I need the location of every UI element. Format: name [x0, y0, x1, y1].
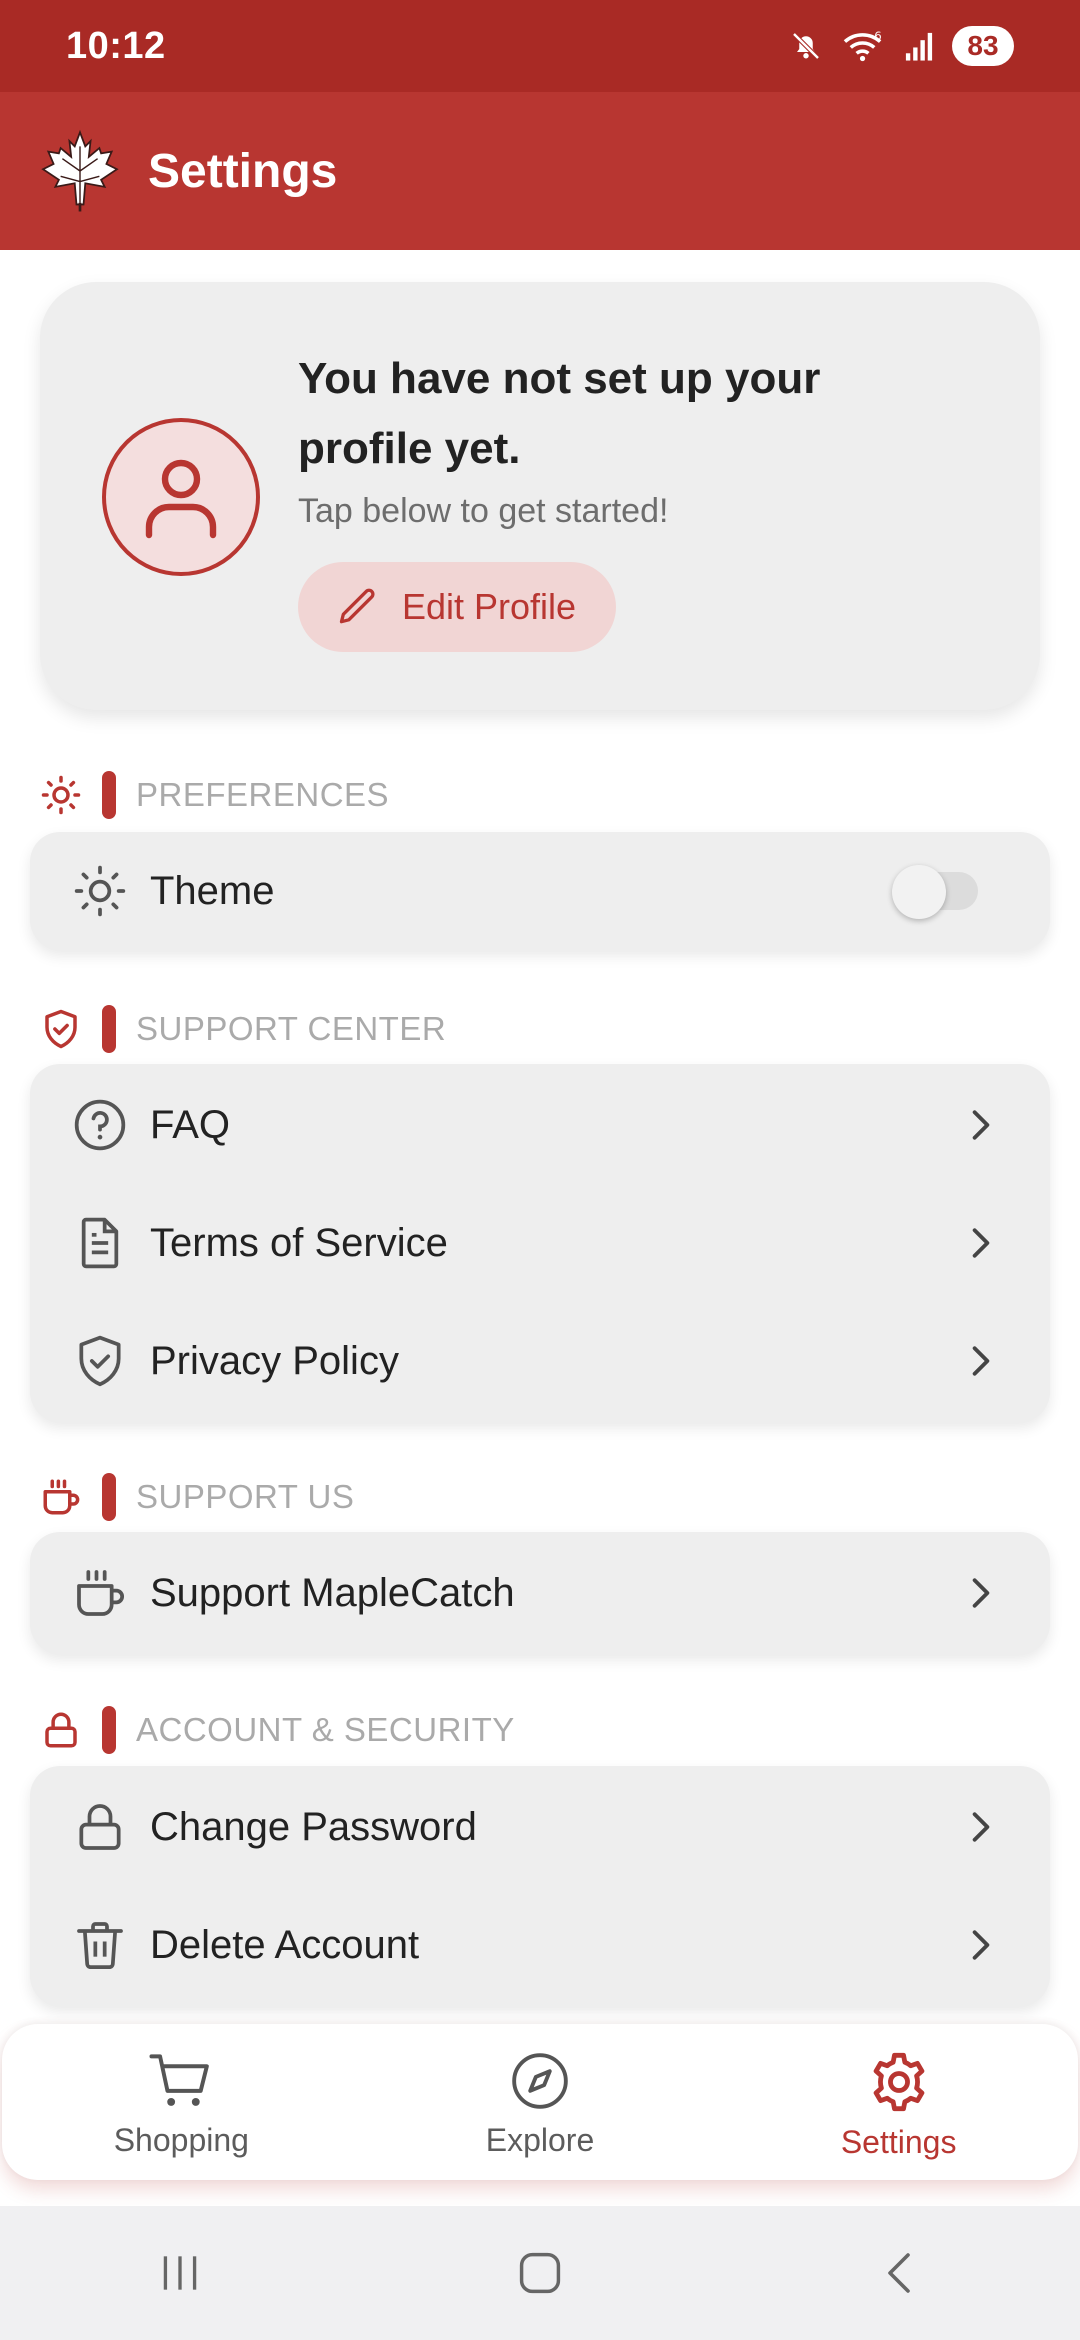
compass-icon	[512, 2053, 568, 2109]
profile-setup-hint: Tap below to get started!	[298, 492, 669, 530]
section-header-preferences: PREFERENCES	[40, 770, 389, 820]
pencil-icon	[339, 588, 375, 624]
edit-profile-label: Edit Profile	[402, 586, 577, 627]
trash-icon	[77, 1922, 123, 1970]
signal-icon	[905, 32, 933, 61]
shield-check-icon	[79, 1335, 121, 1387]
profile-setup-message: You have not set up your profile yet.	[298, 354, 821, 473]
system-navigation-bar	[0, 2206, 1080, 2340]
chevron-right-icon	[972, 1228, 990, 1258]
section-accent-bar	[102, 1473, 116, 1521]
chevron-right-icon	[972, 1578, 990, 1608]
section-accent-bar	[102, 1706, 116, 1754]
chevron-right-icon	[972, 1346, 990, 1376]
mute-icon	[792, 32, 820, 60]
bottom-navigation: Shopping Explore Settings	[2, 2024, 1078, 2180]
chevron-right-icon	[972, 1812, 990, 1842]
status-bar: 10:12 6 83	[0, 0, 1080, 92]
support-center-card: FAQ Terms of Service Privacy Policy	[30, 1064, 1050, 1422]
chevron-right-icon	[972, 1110, 990, 1140]
account-security-card: Change Password Delete Account	[30, 1766, 1050, 2006]
coffee-icon	[43, 1479, 80, 1515]
section-header-account-security: ACCOUNT & SECURITY	[40, 1705, 515, 1755]
support-maplecatch-label: Support MapleCatch	[150, 1570, 515, 1615]
sun-icon	[41, 775, 81, 815]
lock-icon	[45, 1712, 77, 1748]
page-title: Settings	[148, 144, 338, 198]
privacy-policy-row[interactable]: Privacy Policy	[30, 1302, 1050, 1420]
nav-label: Explore	[485, 2122, 595, 2158]
back-button[interactable]	[840, 2233, 960, 2313]
sun-icon	[74, 865, 126, 917]
chevron-right-icon	[972, 1930, 990, 1960]
edit-profile-button[interactable]: Edit Profile	[298, 562, 617, 652]
nav-label: Settings	[840, 2124, 957, 2160]
app-bar: Settings	[0, 92, 1080, 250]
document-icon	[81, 1217, 119, 1269]
faq-label: FAQ	[150, 1102, 231, 1147]
support-us-card: Support MapleCatch	[30, 1532, 1050, 1654]
help-circle-icon	[74, 1099, 126, 1151]
section-label: ACCOUNT & SECURITY	[136, 1711, 515, 1748]
faq-row[interactable]: FAQ	[30, 1066, 1050, 1184]
home-icon	[519, 2252, 561, 2294]
maple-leaf-logo-icon	[41, 129, 119, 212]
shield-check-icon	[45, 1009, 77, 1049]
status-time: 10:12	[66, 24, 166, 67]
section-header-support-us: SUPPORT US	[40, 1472, 354, 1522]
change-password-label: Change Password	[150, 1804, 477, 1849]
nav-item-shopping[interactable]: Shopping	[31, 2024, 331, 2180]
section-accent-bar	[102, 771, 116, 819]
nav-label: Shopping	[113, 2122, 249, 2158]
nav-item-explore[interactable]: Explore	[390, 2024, 690, 2180]
terms-of-service-row[interactable]: Terms of Service	[30, 1184, 1050, 1302]
section-accent-bar	[102, 1005, 116, 1053]
section-header-support-center: SUPPORT CENTER	[40, 1004, 446, 1054]
battery-indicator: 83	[952, 26, 1014, 66]
lock-icon	[79, 1804, 121, 1850]
back-icon	[888, 2253, 910, 2293]
delete-account-row[interactable]: Delete Account	[30, 1886, 1050, 2004]
delete-account-label: Delete Account	[150, 1922, 420, 1967]
section-label: PREFERENCES	[136, 776, 390, 813]
user-icon	[145, 459, 217, 539]
support-maplecatch-row[interactable]: Support MapleCatch	[30, 1534, 1050, 1652]
coffee-icon	[77, 1570, 125, 1616]
theme-toggle[interactable]	[892, 865, 978, 919]
nav-item-settings[interactable]: Settings	[749, 2024, 1049, 2180]
preferences-card: Theme	[30, 832, 1050, 950]
change-password-row[interactable]: Change Password	[30, 1768, 1050, 1886]
svg-text:6: 6	[874, 29, 881, 43]
terms-of-service-label: Terms of Service	[150, 1220, 448, 1265]
gear-icon	[873, 2052, 924, 2112]
home-button[interactable]	[480, 2233, 600, 2313]
theme-row[interactable]: Theme	[30, 832, 1050, 950]
avatar[interactable]	[102, 418, 260, 576]
privacy-policy-label: Privacy Policy	[150, 1338, 399, 1383]
recent-apps-icon	[163, 2256, 197, 2290]
wifi-icon: 6	[843, 29, 882, 62]
recent-apps-button[interactable]	[120, 2233, 240, 2313]
section-label: SUPPORT CENTER	[136, 1010, 447, 1047]
profile-card: You have not set up your profile yet. Ta…	[40, 282, 1040, 710]
status-icons: 6 83	[788, 26, 1014, 66]
section-label: SUPPORT US	[136, 1478, 355, 1515]
cart-icon	[149, 2054, 210, 2106]
toggle-knob	[892, 865, 946, 919]
